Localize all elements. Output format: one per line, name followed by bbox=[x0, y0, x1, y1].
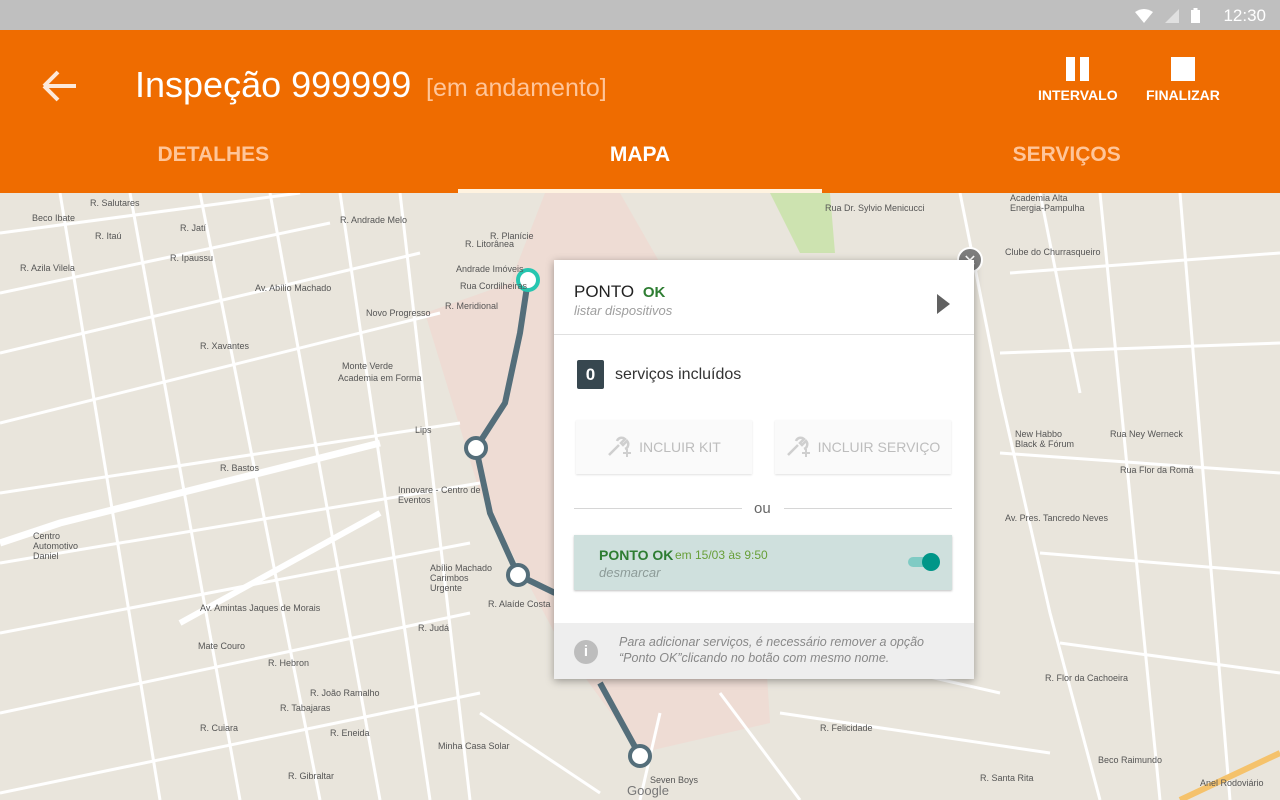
battery-icon bbox=[1191, 8, 1200, 23]
pause-label: INTERVALO bbox=[1038, 87, 1118, 103]
divider-line bbox=[574, 508, 742, 509]
finish-button[interactable]: FINALIZAR bbox=[1146, 57, 1220, 103]
unmark-label[interactable]: desmarcar bbox=[599, 565, 660, 580]
include-service-label: INCLUIR SERVIÇO bbox=[817, 439, 941, 455]
info-footer: i Para adicionar serviços, é necessário … bbox=[554, 623, 974, 679]
or-divider: ou bbox=[574, 498, 952, 518]
ponto-ok-switch[interactable] bbox=[908, 553, 940, 571]
point-label: PONTO bbox=[574, 282, 635, 301]
status-icons bbox=[1135, 8, 1200, 23]
pause-icon bbox=[1065, 57, 1089, 81]
list-devices-link[interactable]: listar dispositivos bbox=[574, 303, 672, 318]
point-title: PONTO OK bbox=[574, 282, 665, 302]
point-card: PONTO OK listar dispositivos 0 serviços … bbox=[554, 260, 974, 679]
wifi-icon bbox=[1135, 8, 1153, 23]
services-count-label: serviços incluídos bbox=[615, 365, 742, 383]
info-text: Para adicionar serviços, é necessário re… bbox=[619, 635, 925, 665]
tab-servicos[interactable]: SERVIÇOS bbox=[853, 135, 1280, 193]
services-count-row: 0 serviços incluídos bbox=[577, 360, 741, 389]
include-kit-button[interactable]: INCLUIR KIT bbox=[576, 420, 752, 474]
tab-detalhes[interactable]: DETALHES bbox=[0, 135, 427, 193]
or-label: ou bbox=[754, 500, 771, 517]
include-service-button[interactable]: INCLUIR SERVIÇO bbox=[775, 420, 951, 474]
divider-line bbox=[784, 508, 952, 509]
info-icon: i bbox=[574, 640, 598, 664]
back-arrow-icon[interactable] bbox=[40, 68, 80, 104]
status-bar: 12:30 bbox=[0, 0, 1280, 30]
ponto-ok-toggle-row[interactable]: PONTO OK em 15/03 às 9:50 desmarcar bbox=[574, 535, 952, 590]
finish-label: FINALIZAR bbox=[1146, 87, 1220, 103]
point-header[interactable]: PONTO OK listar dispositivos bbox=[554, 260, 974, 335]
services-count-badge: 0 bbox=[577, 360, 604, 389]
pause-button[interactable]: INTERVALO bbox=[1038, 57, 1118, 103]
app-bar: Inspeção 999999 [em andamento] INTERVALO… bbox=[0, 30, 1280, 193]
stop-icon bbox=[1170, 57, 1195, 81]
tab-bar: DETALHES MAPA SERVIÇOS bbox=[0, 135, 1280, 193]
ponto-ok-title: PONTO OK bbox=[599, 547, 674, 563]
page-status: [em andamento] bbox=[426, 74, 607, 102]
status-time: 12:30 bbox=[1223, 6, 1266, 25]
switch-knob bbox=[922, 553, 940, 571]
signal-icon bbox=[1165, 8, 1179, 23]
include-kit-label: INCLUIR KIT bbox=[639, 439, 721, 455]
wrench-plus-icon bbox=[608, 436, 632, 457]
wrench-plus-icon bbox=[786, 436, 810, 457]
play-arrow-icon[interactable] bbox=[937, 294, 950, 314]
page-title: Inspeção 999999 bbox=[135, 64, 412, 105]
point-status: OK bbox=[642, 284, 666, 301]
tab-mapa[interactable]: MAPA bbox=[427, 135, 854, 193]
ponto-ok-date: em 15/03 às 9:50 bbox=[675, 548, 768, 562]
